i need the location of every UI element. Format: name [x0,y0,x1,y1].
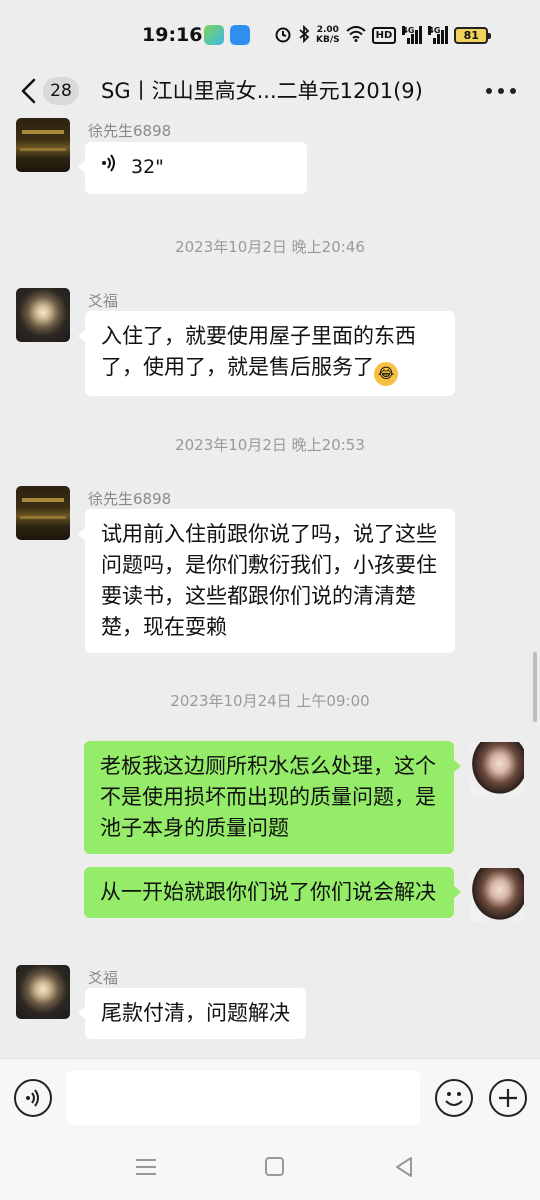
input-bar [0,1058,540,1140]
message-bubble[interactable]: 尾款付清，问题解决 [78,988,306,1039]
voice-input-button[interactable] [14,1079,52,1117]
status-bar: 19:16 2.00 KB/S HD 4G 4G 81 [0,0,540,70]
laugh-cry-emoji-icon: 😂 [374,362,398,386]
system-nav-bar [0,1140,540,1200]
message-input[interactable] [66,1071,420,1125]
message-text: 从一开始就跟你们说了你们说会解决 [100,880,436,904]
signal-icon: 4G [428,26,449,44]
sender-name: 徐先生6898 [88,122,172,140]
alarm-icon [274,25,292,46]
message-text: 试用前入住前跟你说了吗，说了这些问题吗，是你们敷衍我们，小孩要住要读书，这些都跟… [101,522,437,639]
emoji-button[interactable] [435,1079,473,1117]
more-actions-button[interactable] [489,1079,527,1117]
avatar[interactable] [16,288,70,342]
timestamp: 2023年10月2日 晚上20:46 [175,238,365,256]
avatar[interactable] [16,965,70,1019]
home-icon[interactable] [265,1157,284,1176]
bluetooth-icon [298,24,310,46]
message-text: 老板我这边厕所积水怎么处理，这个不是使用损坏而出现的质量问题，是池子本身的质量问… [100,754,436,840]
network-speed: 2.00 KB/S [316,25,340,45]
message-bubble[interactable]: 老板我这边厕所积水怎么处理，这个不是使用损坏而出现的质量问题，是池子本身的质量问… [84,741,461,854]
hd-voice-badge: HD [371,26,397,44]
avatar[interactable] [16,486,70,540]
message-text: 尾款付清，问题解决 [101,1001,290,1025]
sender-name: 爻福 [88,969,119,987]
recent-apps-icon[interactable] [136,1159,156,1175]
message-bubble[interactable]: 试用前入住前跟你说了吗，说了这些问题吗，是你们敷衍我们，小孩要住要读书，这些都跟… [78,509,455,653]
wifi-icon [345,25,366,45]
message-bubble[interactable]: 从一开始就跟你们说了你们说会解决 [84,867,461,918]
avatar[interactable] [470,742,524,796]
voice-duration: 32" [131,156,164,178]
more-options-icon[interactable] [486,88,516,94]
app-icon [204,25,224,45]
back-icon[interactable] [18,76,42,106]
timestamp: 2023年10月2日 晚上20:53 [175,436,365,454]
status-time: 19:16 [142,24,203,46]
voice-wave-icon [101,152,117,183]
timestamp: 2023年10月24日 上午09:00 [170,692,370,710]
scrollbar[interactable] [533,652,537,722]
avatar[interactable] [16,118,70,172]
signal-icon: 4G [402,26,423,44]
system-back-icon[interactable] [394,1156,414,1182]
message-text: 入住了，就要使用屋子里面的东西了，使用了，就是售后服务了 [101,324,416,379]
sender-name: 爻福 [88,292,119,310]
chat-header: 28 SG丨江山里高女...二单元1201(9) [0,70,540,114]
battery-icon: 81 [454,26,492,44]
sender-name: 徐先生6898 [88,490,172,508]
chat-title: SG丨江山里高女...二单元1201(9) [101,79,423,103]
unread-count-badge[interactable]: 28 [43,77,79,105]
message-bubble[interactable]: 入住了，就要使用屋子里面的东西了，使用了，就是售后服务了 😂 [78,311,455,396]
message-list[interactable]: 徐先生6898 32" 2023年10月2日 晚上20:46 爻福 入住了，就要… [0,114,540,1058]
app-icon [230,25,250,45]
voice-message-bubble[interactable]: 32" [78,142,307,194]
avatar[interactable] [470,868,524,922]
